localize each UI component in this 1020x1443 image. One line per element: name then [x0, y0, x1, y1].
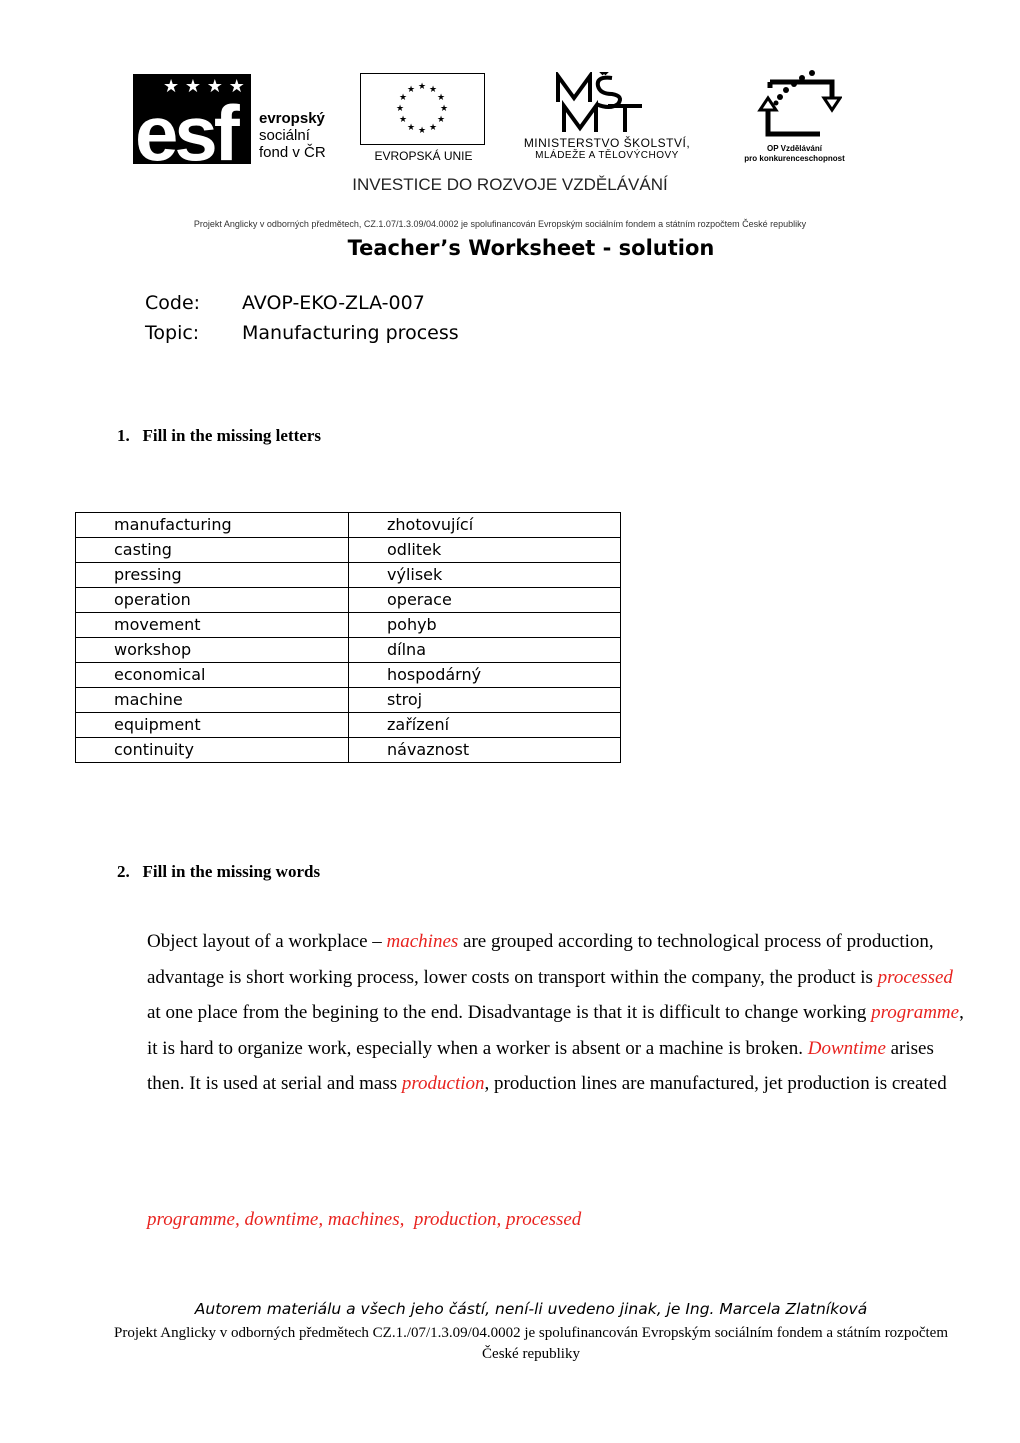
table-row: machine stroj — [75, 687, 621, 713]
czech-term: návaznost — [348, 737, 621, 763]
answer-word: programme — [871, 1002, 960, 1023]
answer-word: processed — [877, 966, 953, 988]
czech-term: výlisek — [348, 562, 621, 588]
footer-project-note: Projekt Anglicky v odborných předmětech … — [113, 1325, 948, 1362]
english-term: equipment — [75, 712, 349, 738]
english-term: manufacturing — [75, 512, 349, 538]
answer-word: production — [401, 1073, 485, 1094]
op-line-2: pro konkurenceschopnost — [744, 154, 845, 163]
msmt-line-1: MINISTERSTVO ŠKOLSTVÍ, — [523, 136, 691, 150]
slogan-text: INVESTICE DO ROZVOJE VZDĚLÁVÁNÍ — [352, 175, 668, 194]
czech-term: zařízení — [348, 712, 621, 738]
english-term: economical — [75, 662, 349, 688]
esf-line-2: sociální — [259, 127, 310, 144]
op-vk-mark-icon — [757, 70, 842, 137]
table-row: manufacturing zhotovující — [75, 512, 621, 538]
english-term: operation — [75, 587, 349, 613]
czech-term: zhotovující — [348, 512, 621, 538]
table-row: movement pohyb — [75, 612, 621, 638]
table-row: pressing výlisek — [75, 562, 621, 588]
paragraph-text: at one place from the begining to the en… — [147, 1002, 872, 1023]
svg-text:★: ★ — [437, 115, 445, 125]
czech-term: pohyb — [348, 612, 621, 638]
slogan: INVESTICE DO ROZVOJE VZDĚLÁVÁNÍ — [0, 175, 1000, 195]
eu-label: EVROPSKÁ UNIE — [374, 149, 473, 163]
svg-text:★: ★ — [399, 93, 407, 103]
code-value: AVOP-EKO-ZLA-007 — [242, 292, 425, 314]
svg-text:★: ★ — [437, 93, 445, 103]
svg-text:★: ★ — [396, 104, 404, 114]
project-note-header: Projekt Anglicky v odborných předmětech,… — [193, 219, 807, 229]
op-line-1: OP Vzdělávání — [767, 144, 822, 153]
czech-term: hospodárný — [348, 662, 621, 688]
english-term: casting — [75, 537, 349, 563]
esf-line-1: evropský — [259, 110, 325, 127]
svg-text:★: ★ — [429, 85, 437, 95]
czech-term: odlitek — [348, 537, 621, 563]
czech-term: dílna — [348, 637, 621, 663]
table-row: economical hospodárný — [75, 662, 621, 688]
paragraph-text: , production lines are manufactured, jet… — [484, 1073, 947, 1094]
table-row: continuity návaznost — [75, 737, 621, 763]
exercise-2-paragraph: Object layout of a workplace – machines … — [147, 924, 967, 1102]
msmt-logo: MINISTERSTVO ŠKOLSTVÍ, MLÁDEŽE A TĚLOVÝC… — [497, 70, 717, 165]
svg-text:★: ★ — [407, 123, 415, 133]
paragraph-text: Object layout of a workplace – — [147, 931, 387, 952]
esf-logo-text: evropský sociální fond v ČR — [259, 110, 326, 161]
exercise-2-heading: 2. Fill in the missing words — [117, 862, 321, 881]
exercise-1-heading: 1. Fill in the missing letters — [117, 426, 321, 445]
english-term: workshop — [75, 637, 349, 663]
op-vk-logo: OP Vzdělávání pro konkurenceschopnost — [722, 70, 867, 165]
topic-label: Topic: — [145, 322, 200, 344]
code-label: Code: — [145, 292, 201, 314]
answer-word: Downtime — [807, 1037, 886, 1059]
english-term: movement — [75, 612, 349, 638]
english-term: continuity — [75, 737, 349, 763]
eu-flag-icon: ★ ★ ★ ★ ★ ★ ★ ★ ★ ★ ★ ★ — [360, 73, 485, 145]
esf-logo-mark: ★ ★ ★ ★ esf — [133, 74, 251, 177]
answer-word: machines — [386, 931, 459, 952]
svg-text:★: ★ — [429, 123, 437, 133]
footer-author: Autorem materiálu a všech jeho částí, ne… — [194, 1300, 868, 1318]
czech-term: stroj — [348, 687, 621, 713]
svg-text:★: ★ — [440, 104, 448, 114]
page-title: Teacher’s Worksheet - solution — [347, 236, 715, 260]
svg-text:★: ★ — [399, 115, 407, 125]
svg-text:★: ★ — [418, 82, 426, 92]
svg-text:★: ★ — [407, 85, 415, 95]
esf-line-3: fond v ČR — [259, 144, 326, 161]
msmt-line-2: MLÁDEŽE A TĚLOVÝCHOVY — [535, 150, 679, 161]
table-row: operation operace — [75, 587, 621, 613]
word-bank: programme, downtime, machines, productio… — [147, 1209, 582, 1230]
msmt-mark-icon — [556, 72, 642, 132]
eu-logo: ★ ★ ★ ★ ★ ★ ★ ★ ★ ★ ★ ★ EVROPSKÁ UNIE — [360, 73, 487, 163]
vocabulary-table: manufacturing zhotovující casting odlitek pr… — [75, 512, 621, 763]
svg-text:★: ★ — [418, 126, 426, 136]
english-term: machine — [75, 687, 349, 713]
table-row: workshop dílna — [75, 637, 621, 663]
esf-logo: ★ ★ ★ ★ esf evropský sociální fond v ČR — [133, 74, 348, 177]
table-row: casting odlitek — [75, 537, 621, 563]
czech-term: operace — [348, 587, 621, 613]
eu-stars-circle-icon: ★ ★ ★ ★ ★ ★ ★ ★ ★ ★ ★ ★ — [396, 82, 448, 136]
english-term: pressing — [75, 562, 349, 588]
table-row: equipment zařízení — [75, 712, 621, 738]
esf-logo-letters: esf — [135, 89, 240, 177]
topic-value: Manufacturing process — [242, 322, 459, 344]
